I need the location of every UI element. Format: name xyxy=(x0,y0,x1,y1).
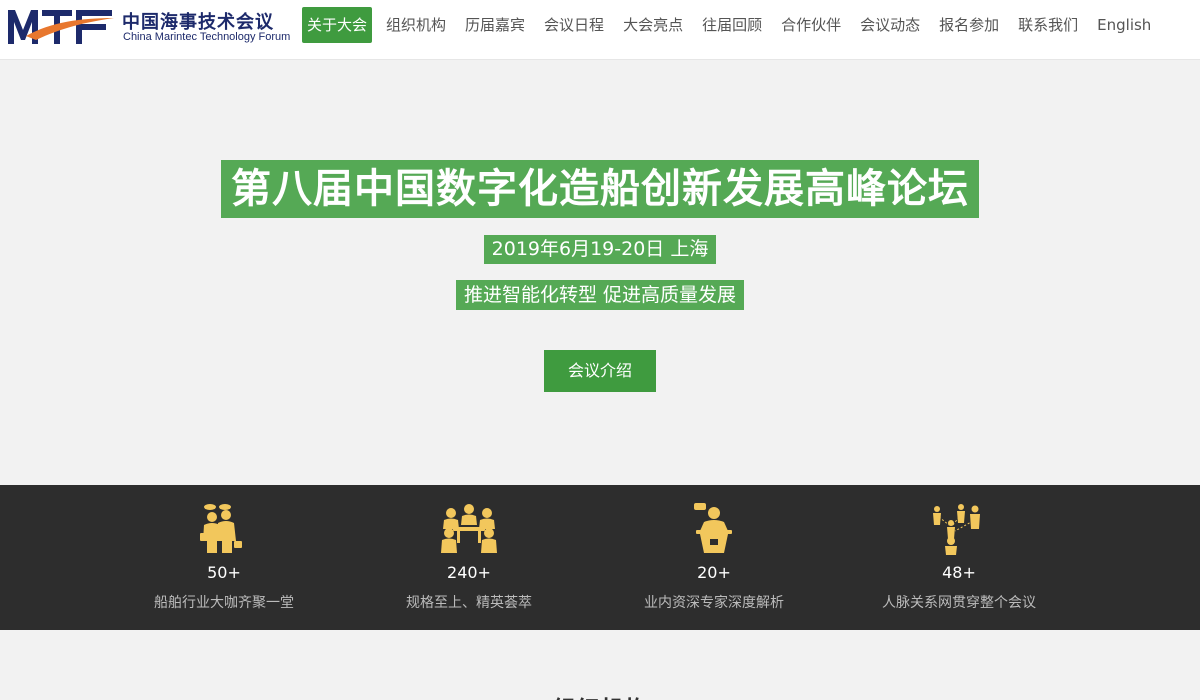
speaker-podium-icon xyxy=(694,503,732,553)
mtf-logo-icon xyxy=(8,10,114,44)
stat-item: 240+ 规格至上、精英荟萃 xyxy=(369,485,569,630)
nav-item-register[interactable]: 报名参加 xyxy=(934,7,1004,43)
network-people-icon xyxy=(933,504,980,555)
stat-description: 规格至上、精英荟萃 xyxy=(406,595,532,611)
nav-item-agenda[interactable]: 会议日程 xyxy=(539,7,609,43)
nav-item-about[interactable]: 关于大会 xyxy=(302,7,373,43)
hero-title: 第八届中国数字化造船创新发展高峰论坛 xyxy=(221,160,979,218)
stat-description: 业内资深专家深度解析 xyxy=(644,595,784,611)
stat-description: 船舶行业大咖齐聚一堂 xyxy=(154,595,294,611)
stat-number: 48+ xyxy=(942,563,976,582)
nav-item-contact[interactable]: 联系我们 xyxy=(1013,7,1083,43)
stat-number: 240+ xyxy=(447,563,491,582)
nav-item-partners[interactable]: 合作伙伴 xyxy=(776,7,846,43)
stat-item: 50+ 船舶行业大咖齐聚一堂 xyxy=(124,485,324,630)
hero-banner: 第八届中国数字化造船创新发展高峰论坛 2019年6月19-20日 上海 推进智能… xyxy=(0,61,1200,485)
roundtable-icon xyxy=(441,504,497,553)
logo-english-name: China Marintec Technology Forum xyxy=(123,31,291,43)
site-logo[interactable]: 中国海事技术会议 China Marintec Technology Forum xyxy=(6,4,290,48)
stat-number: 20+ xyxy=(697,563,731,582)
organization-section: 组织机构 xyxy=(0,630,1200,700)
main-nav: 关于大会 组织机构 历届嘉宾 会议日程 大会亮点 往届回顾 合作伙伴 会议动态 … xyxy=(302,7,1156,43)
nav-item-review[interactable]: 往届回顾 xyxy=(697,7,767,43)
stat-item: 48+ 人脉关系网贯穿整个会议 xyxy=(859,485,1059,630)
stat-number: 50+ xyxy=(207,563,241,582)
business-meeting-icon xyxy=(200,504,242,553)
nav-item-organization[interactable]: 组织机构 xyxy=(381,7,451,43)
conference-intro-button[interactable]: 会议介绍 xyxy=(544,350,656,392)
nav-item-english[interactable]: English xyxy=(1092,7,1156,43)
hero-slogan: 推进智能化转型 促进高质量发展 xyxy=(455,280,745,310)
section-title: 组织机构 xyxy=(0,690,1200,700)
stats-band: 50+ 船舶行业大咖齐聚一堂 240+ 规格至上、精英荟萃 20+ 业内资深专家… xyxy=(0,485,1200,630)
nav-item-news[interactable]: 会议动态 xyxy=(855,7,925,43)
nav-item-past-guests[interactable]: 历届嘉宾 xyxy=(460,7,530,43)
stat-description: 人脉关系网贯穿整个会议 xyxy=(882,595,1036,611)
hero-date: 2019年6月19-20日 上海 xyxy=(483,235,717,264)
site-header: 中国海事技术会议 China Marintec Technology Forum… xyxy=(0,0,1200,60)
stat-item: 20+ 业内资深专家深度解析 xyxy=(614,485,814,630)
nav-item-highlights[interactable]: 大会亮点 xyxy=(618,7,688,43)
